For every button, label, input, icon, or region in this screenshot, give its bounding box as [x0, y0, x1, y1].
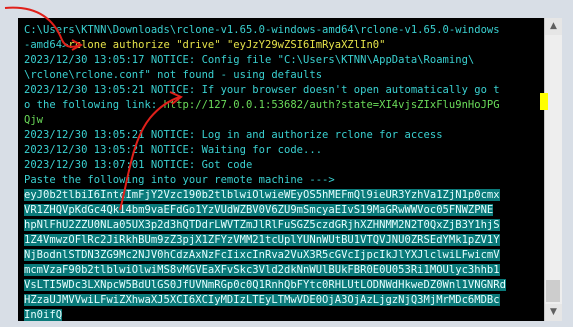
token-text: eyJ0b2tlbiI6IntcImFjY2Vzc190b2tlblwiOlwi… [24, 189, 500, 201]
token-text: VR1ZHQVpKdGc4Qk14bm9vaEFdGo1YzVUdWZBV0V6… [24, 204, 494, 216]
console-line: Qjw [24, 113, 506, 128]
token-text: mcmVzaF90b2tlblwiOlwiMS8vMGVEaXFvSkc3Vld… [24, 264, 500, 276]
console-line-text: \rclone\rclone.conf" not found - using d… [24, 69, 323, 81]
console-line: 2023/12/30 13:05:21 NOTICE: If your brow… [24, 83, 506, 98]
token-text: NjBodnlSTDN3ZG9Mc2NJV0hCdzAxNzFcIixcInRv… [24, 249, 500, 261]
auth-link[interactable]: http://127.0.0.1:53682/auth?state=XI4vjs… [164, 99, 500, 111]
console-line: 2023/12/30 13:05:17 NOTICE: Config file … [24, 53, 506, 68]
console-line-text: 2023/12/30 13:05:21 NOTICE: Log in and a… [24, 129, 443, 141]
console-line-text: 2023/12/30 13:05:21 NOTICE: If your brow… [24, 84, 500, 96]
console-line-text: Paste the following into your remote mac… [24, 174, 335, 186]
console-line: 2023/12/30 13:05:21 NOTICE: Waiting for … [24, 143, 506, 158]
console-line: VR1ZHQVpKdGc4Qk14bm9vaEFdGo1YzVUdWZBV0V6… [24, 203, 506, 218]
console-line: VsLTI5WDc3LXNpcW5BdUlGS0JfUVNmRGp0c0Q1Rn… [24, 278, 506, 293]
console-line-text: 2023/12/30 13:05:21 NOTICE: Waiting for … [24, 144, 323, 156]
console-line: 2023/12/30 13:07:01 NOTICE: Got code [24, 158, 506, 173]
token-text: 1Z4VmwzOFlRc2JiRkhBUm9zZ3pjX1ZFYzVMM21tc… [24, 234, 500, 246]
console-output[interactable]: C:\Users\KTNN\Downloads\rclone-v1.65.0-w… [18, 18, 544, 321]
scroll-down-icon[interactable]: ▼ [545, 304, 562, 321]
scrollbar-thumb[interactable] [546, 280, 560, 302]
token-text: hpNlFhU2ZZU0NLa05UX3p2d3hQTDdrLWVTZmJlRl… [24, 219, 500, 231]
console-line-text: C:\Users\KTNN\Downloads\rclone-v1.65.0-w… [24, 24, 500, 36]
token-text: VsLTI5WDc3LXNpcW5BdUlGS0JfUVNmRGp0c0Q1Rn… [24, 279, 506, 291]
console-line-text: o the following link: [24, 99, 164, 111]
console-line: Paste the following into your remote mac… [24, 173, 506, 188]
command-text: rclone authorize "drive" "eyJzY29wZSI6Im… [68, 39, 386, 51]
console-line: eyJ0b2tlbiI6IntcImFjY2Vzc190b2tlblwiOlwi… [24, 188, 506, 203]
auth-link[interactable]: Qjw [24, 114, 43, 126]
console-line: 2023/12/30 13:05:21 NOTICE: Log in and a… [24, 128, 506, 143]
terminal-window: C:\Users\KTNN\Downloads\rclone-v1.65.0-w… [0, 0, 573, 327]
console-line-text: -amd64> [24, 39, 69, 51]
console-line: o the following link: http://127.0.0.1:5… [24, 98, 506, 113]
token-text: In0ifQ [24, 309, 63, 321]
console-line: mcmVzaF90b2tlblwiOlwiMS8vMGVEaXFvSkc3Vld… [24, 263, 506, 278]
console-line-text: 2023/12/30 13:07:01 NOTICE: Got code [24, 159, 253, 171]
console-line: -amd64>rclone authorize "drive" "eyJzY29… [24, 38, 506, 53]
token-text: HZzaUJMVVwiLFwiZXhwaXJ5XCI6XCIyMDIzLTEyL… [24, 294, 500, 306]
console-line: \rclone\rclone.conf" not found - using d… [24, 68, 506, 83]
console-line: HZzaUJMVVwiLFwiZXhwaXJ5XCI6XCIyMDIzLTEyL… [24, 293, 506, 308]
yellow-highlight-mark [540, 93, 548, 110]
console-line: hpNlFhU2ZZU0NLa05UX3p2d3hQTDdrLWVTZmJlRl… [24, 218, 506, 233]
console-line: 1Z4VmwzOFlRc2JiRkhBUm9zZ3pjX1ZFYzVMM21tc… [24, 233, 506, 248]
scroll-up-icon[interactable]: ▲ [545, 18, 562, 35]
console-text: C:\Users\KTNN\Downloads\rclone-v1.65.0-w… [24, 23, 506, 321]
vertical-scrollbar[interactable]: ▲ ▼ [544, 18, 562, 321]
console-line: NjBodnlSTDN3ZG9Mc2NJV0hCdzAxNzFcIixcInRv… [24, 248, 506, 263]
console-line-text: 2023/12/30 13:05:17 NOTICE: Config file … [24, 54, 475, 66]
console-line: In0ifQ [24, 308, 506, 321]
console-line: C:\Users\KTNN\Downloads\rclone-v1.65.0-w… [24, 23, 506, 38]
